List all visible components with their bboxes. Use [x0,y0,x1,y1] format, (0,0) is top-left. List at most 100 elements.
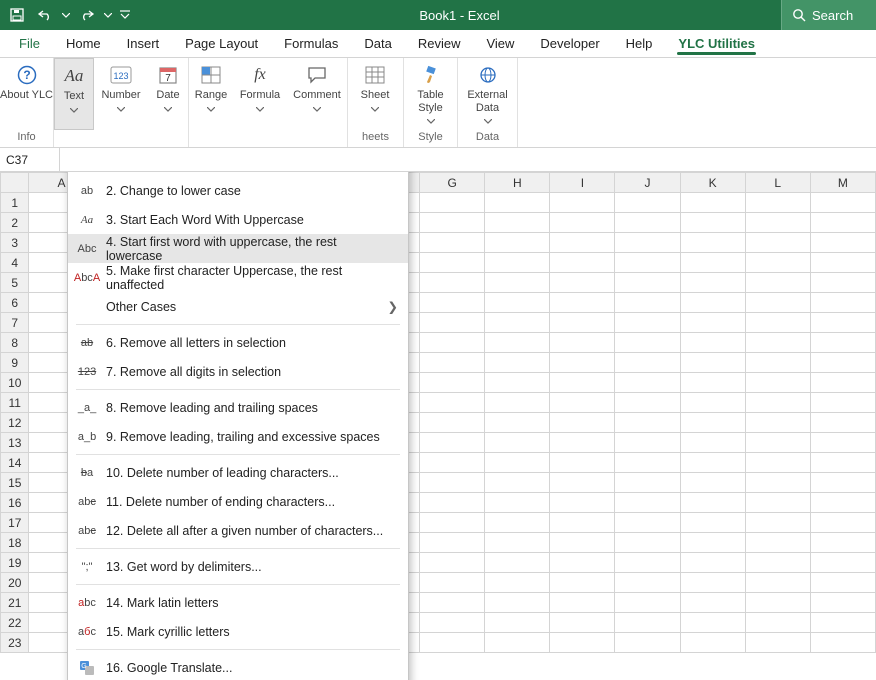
menu-mark-latin[interactable]: abc 14. Mark latin letters [68,588,408,617]
tab-ylc-utilities[interactable]: YLC Utilities [665,30,768,57]
row-header[interactable]: 7 [1,313,29,333]
menu-mark-cyrillic[interactable]: aбc 15. Mark cyrillic letters [68,617,408,646]
row-header[interactable]: 14 [1,453,29,473]
menu-separator [76,389,400,390]
row-header[interactable]: 4 [1,253,29,273]
chevron-down-icon [484,119,492,124]
row-header[interactable]: 20 [1,573,29,593]
svg-text:?: ? [23,68,30,82]
tab-insert[interactable]: Insert [114,30,173,57]
chevron-down-icon [313,107,321,112]
number-button[interactable]: 123 Number [94,58,148,130]
tab-page-layout[interactable]: Page Layout [172,30,271,57]
menu-get-word[interactable]: ";" 13. Get word by delimiters... [68,552,408,581]
undo-dropdown-icon[interactable] [62,13,70,18]
about-ylc-button[interactable]: ? About YLC [0,58,53,130]
titlecase-icon: Aa [78,212,96,228]
menu-delete-ending[interactable]: abc 11. Delete number of ending characte… [68,487,408,516]
search-box[interactable]: Search [781,0,876,30]
comment-button[interactable]: Comment [287,58,347,130]
menu-trim-spaces[interactable]: _a_ 8. Remove leading and trailing space… [68,393,408,422]
chevron-right-icon: ❯ [388,299,398,314]
group-cells-label [54,130,188,144]
tab-formulas[interactable]: Formulas [271,30,351,57]
menu-first-upper[interactable]: AbcA 5. Make first character Uppercase, … [68,263,408,292]
row-header[interactable]: 3 [1,233,29,253]
menu-remove-digits[interactable]: 123 7. Remove all digits in selection [68,357,408,386]
tab-home[interactable]: Home [53,30,114,57]
text-button[interactable]: Aa Text [54,58,94,130]
row-header[interactable]: 19 [1,553,29,573]
ribbon: ? About YLC Info Aa Text 123 Number 7 Da… [0,58,876,148]
select-all-corner[interactable] [1,173,29,193]
row-header[interactable]: 1 [1,193,29,213]
fx-icon: fx [249,64,271,86]
redo-button[interactable] [76,4,98,26]
menu-delete-leading[interactable]: ba 10. Delete number of leading characte… [68,458,408,487]
row-header[interactable]: 15 [1,473,29,493]
row-header[interactable]: 21 [1,593,29,613]
col-header[interactable]: H [485,173,550,193]
undo-button[interactable] [34,4,56,26]
name-box[interactable]: C37 [0,148,60,171]
row-header[interactable]: 2 [1,213,29,233]
menu-remove-letters[interactable]: ab 6. Remove all letters in selection [68,328,408,357]
redo-dropdown-icon[interactable] [104,13,112,18]
range-button[interactable]: Range [189,58,233,130]
menu-sentence-case[interactable]: Abc 4. Start first word with uppercase, … [68,234,408,263]
menu-trim-excessive[interactable]: a_b 9. Remove leading, trailing and exce… [68,422,408,451]
date-button[interactable]: 7 Date [148,58,188,130]
tab-review[interactable]: Review [405,30,474,57]
range-icon [200,64,222,86]
row-header[interactable]: 10 [1,373,29,393]
tab-file[interactable]: File [6,30,53,57]
external-data-button[interactable]: External Data [458,58,517,130]
tab-view[interactable]: View [473,30,527,57]
row-header[interactable]: 22 [1,613,29,633]
trim-icon: _a_ [78,400,96,416]
col-header[interactable]: I [550,173,615,193]
row-header[interactable]: 17 [1,513,29,533]
del-after-icon: abc [78,523,96,539]
title-bar: Book1 - Excel Search [0,0,876,30]
menu-lower-case[interactable]: ab 2. Change to lower case [68,176,408,205]
qat-customize-icon[interactable] [118,4,132,26]
menu-separator [76,324,400,325]
menu-delete-after[interactable]: abc 12. Delete all after a given number … [68,516,408,545]
tab-help[interactable]: Help [613,30,666,57]
del-leading-icon: ba [78,465,96,481]
col-header[interactable]: M [810,173,875,193]
worksheet-area[interactable]: A B C D E F G H I J K L M 1 2 3 4 5 6 7 … [0,172,876,680]
chevron-down-icon [371,107,379,112]
row-header[interactable]: 6 [1,293,29,313]
menu-other-cases[interactable]: Other Cases ❯ [68,292,408,321]
col-header[interactable]: K [680,173,745,193]
row-header[interactable]: 13 [1,433,29,453]
menu-title-case[interactable]: Aa 3. Start Each Word With Uppercase [68,205,408,234]
row-header[interactable]: 23 [1,633,29,653]
row-header[interactable]: 11 [1,393,29,413]
first-upper-icon: AbcA [78,270,96,286]
row-header[interactable]: 5 [1,273,29,293]
svg-text:G: G [81,663,86,670]
col-header[interactable]: J [615,173,680,193]
menu-google-translate[interactable]: G 16. Google Translate... [68,653,408,680]
col-header[interactable]: G [420,173,485,193]
grid-icon [364,64,386,86]
delimiter-icon: ";" [78,559,96,575]
tab-developer[interactable]: Developer [527,30,612,57]
row-header[interactable]: 12 [1,413,29,433]
sheet-button[interactable]: Sheet [348,58,402,130]
chevron-down-icon [70,108,78,113]
table-style-button[interactable]: Table Style [404,58,457,130]
save-icon[interactable] [6,4,28,26]
row-header[interactable]: 18 [1,533,29,553]
del-ending-icon: abc [78,494,96,510]
row-header[interactable]: 8 [1,333,29,353]
row-header[interactable]: 16 [1,493,29,513]
search-label: Search [812,8,853,23]
tab-data[interactable]: Data [351,30,404,57]
formula-button[interactable]: fx Formula [233,58,287,130]
row-header[interactable]: 9 [1,353,29,373]
col-header[interactable]: L [745,173,810,193]
